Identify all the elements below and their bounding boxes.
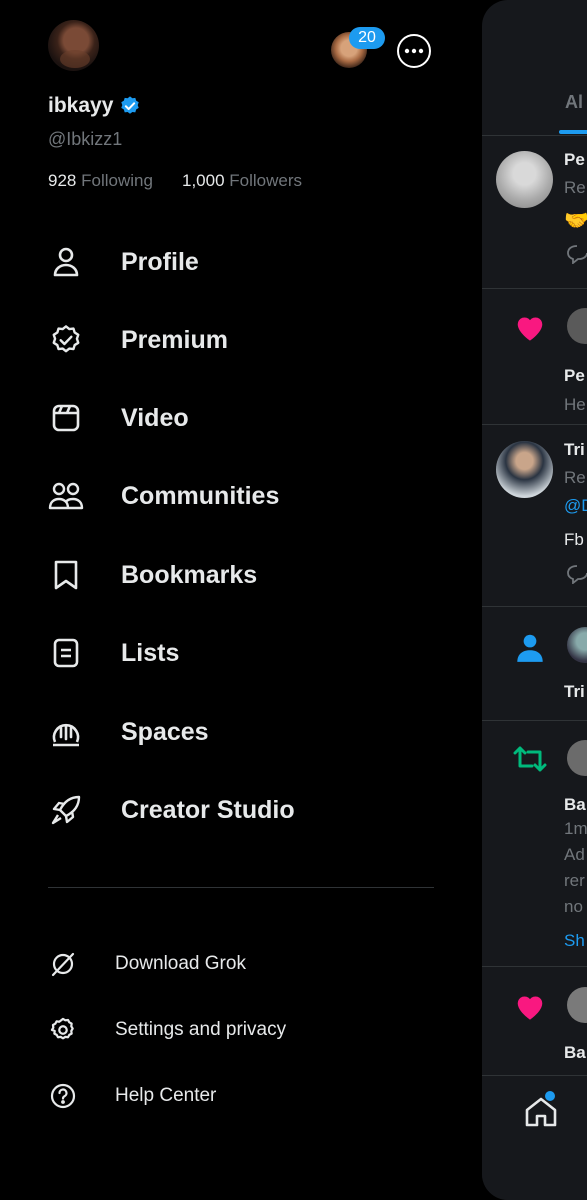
divider [482,135,587,136]
notification-text: He [564,395,586,414]
home-icon[interactable] [524,1096,558,1128]
bottom-tab-bar [482,1075,587,1200]
followers-count: 1,000 [182,171,225,190]
nav-item-label: Video [121,403,189,432]
bookmark-icon [48,557,84,593]
display-name: ibkayy [48,94,114,117]
divider [482,424,587,425]
spaces-icon [48,714,84,750]
notifications-feed-peek[interactable]: Al Pe Re 🤝 Pe He Tri Re @D Fb Tri Ba 1m … [482,0,587,1200]
list-icon [48,635,84,671]
divider [482,606,587,607]
nav-item-premium[interactable]: Premium [48,320,228,360]
menu-item-label: Download Grok [115,953,246,974]
divider [482,288,587,289]
avatar[interactable] [496,151,553,208]
avatar[interactable] [567,308,587,344]
notification-title: Pe [564,366,585,385]
divider [482,720,587,721]
gear-icon [48,1015,78,1045]
nav-item-label: Profile [121,247,199,276]
nav-item-label: Creator Studio [121,795,295,824]
video-icon [48,400,84,436]
menu-item-settings[interactable]: Settings and privacy [48,1012,286,1048]
divider [482,966,587,967]
more-dots-icon [404,48,424,54]
nav-item-communities[interactable]: Communities [48,476,279,516]
avatar[interactable] [567,740,587,776]
nav-item-label: Bookmarks [121,560,258,589]
avatar[interactable] [567,987,587,1023]
reply-icon[interactable] [566,244,587,264]
nav-item-bookmarks[interactable]: Bookmarks [48,555,257,595]
avatar[interactable] [567,627,587,663]
more-options-button[interactable] [397,34,431,68]
notification-text: Re [564,468,586,487]
tab-indicator [559,130,587,134]
notification-title: Ba [564,1043,586,1062]
notification-text: Ad [564,845,585,864]
handshake-icon: 🤝 [564,210,587,232]
verified-badge-icon [48,322,84,358]
nav-item-lists[interactable]: Lists [48,633,179,673]
following-stat[interactable]: 928 Following [48,171,153,191]
like-icon [517,317,543,341]
notification-title: Tri [564,682,585,701]
notification-title: Pe [564,150,585,169]
new-posts-dot [545,1091,555,1101]
help-icon [48,1081,78,1111]
person-follow-icon [517,634,543,662]
notification-title: Tri [564,440,585,459]
mention-link[interactable]: @D [564,496,587,516]
nav-item-profile[interactable]: Profile [48,242,199,282]
following-label: Following [81,171,153,190]
rocket-icon [48,792,84,828]
nav-item-video[interactable]: Video [48,398,189,438]
notification-badge: 20 [349,27,385,49]
show-more-link[interactable]: Sh [564,931,585,951]
notification-text: Re [564,178,586,197]
menu-item-label: Settings and privacy [115,1019,287,1040]
notification-title: Ba [564,795,586,814]
divider [48,887,434,888]
nav-item-spaces[interactable]: Spaces [48,712,209,752]
followers-stat[interactable]: 1,000 Followers [182,171,302,191]
nav-item-label: Lists [121,638,180,667]
nav-item-label: Spaces [121,717,209,746]
notification-text: Fb [564,530,584,549]
nav-item-label: Premium [121,325,228,354]
menu-item-download-grok[interactable]: Download Grok [48,946,246,982]
user-handle: @Ibkizz1 [48,129,123,149]
grok-icon [48,949,78,979]
tab-all[interactable]: Al [565,92,583,113]
avatar[interactable] [496,441,553,498]
person-icon [48,244,84,280]
verified-icon [121,96,140,114]
notification-text: rer [564,871,585,890]
nav-item-creator-studio[interactable]: Creator Studio [48,790,295,830]
nav-item-label: Communities [121,481,280,510]
menu-item-label: Help Center [115,1085,217,1106]
display-name-row[interactable]: ibkayy [48,94,141,118]
followers-label: Followers [229,171,303,190]
notification-text: 1m [564,819,587,838]
notification-text: no [564,897,583,916]
like-icon [517,996,543,1020]
reply-icon[interactable] [566,564,587,584]
avatar[interactable] [48,20,99,71]
menu-item-help-center[interactable]: Help Center [48,1078,216,1114]
communities-icon [48,478,84,514]
navigation-drawer: 20 ibkayy @Ibkizz1 928 Following 1,000 F… [0,0,482,1200]
following-count: 928 [48,171,77,190]
retweet-icon [513,746,547,772]
